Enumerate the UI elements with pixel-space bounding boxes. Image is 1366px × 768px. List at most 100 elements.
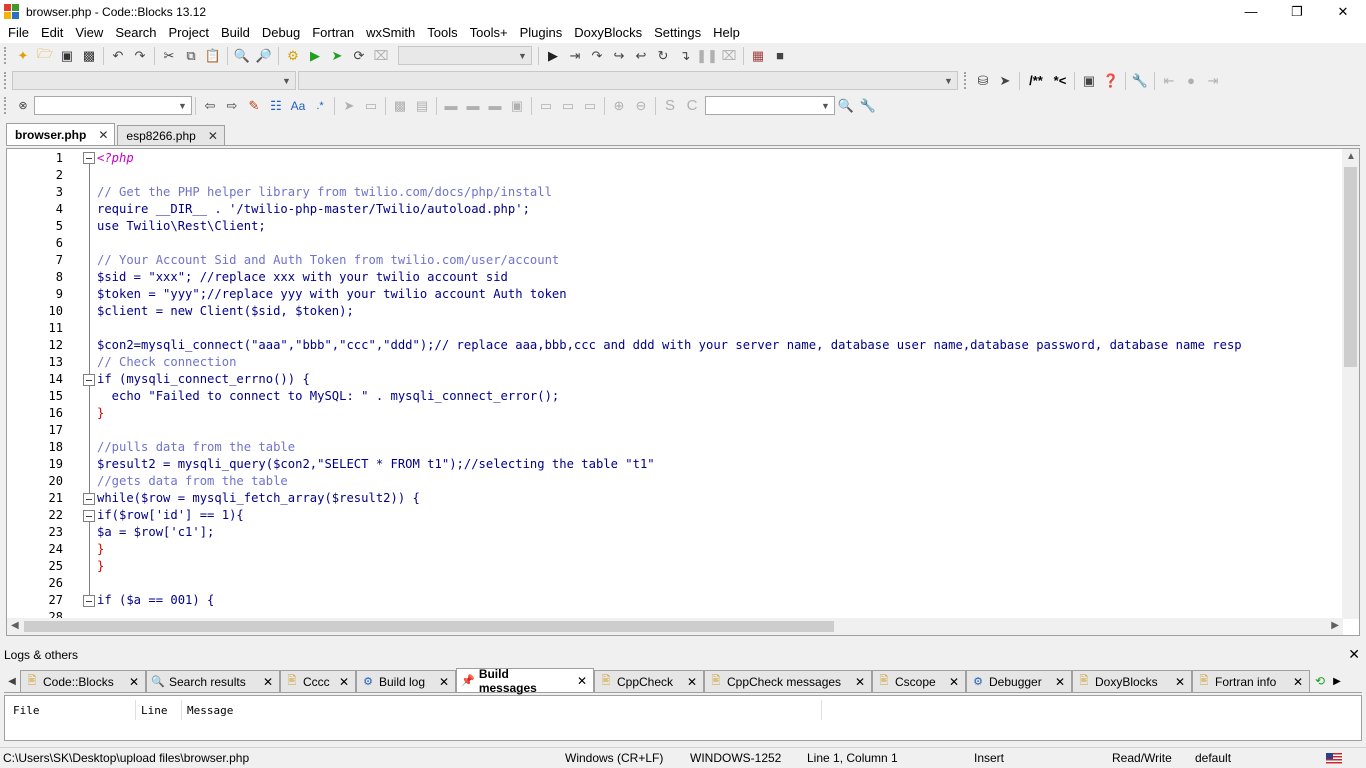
- scrollbar-thumb[interactable]: [24, 621, 834, 632]
- scroll-up-icon[interactable]: ▲: [1346, 151, 1356, 162]
- doxy-config-wrench-icon[interactable]: 🔧: [1129, 70, 1151, 92]
- connector-icon[interactable]: ▭: [535, 95, 557, 117]
- tab-esp8266-php[interactable]: esp8266.php ✕: [117, 125, 225, 145]
- find-next-icon[interactable]: ⇨: [221, 95, 243, 117]
- build-gear-icon[interactable]: ⚙: [282, 45, 304, 67]
- open-folder-icon[interactable]: 🗁: [34, 45, 56, 67]
- toolbar-grip[interactable]: [964, 72, 968, 89]
- menu-view[interactable]: View: [69, 23, 109, 43]
- doxy-block-comment-button[interactable]: /**: [1023, 70, 1049, 92]
- close-icon[interactable]: ✕: [331, 675, 349, 689]
- fold-marker-icon[interactable]: [83, 595, 95, 607]
- menu-doxyblocks[interactable]: DoxyBlocks: [568, 23, 648, 43]
- tab-cscope[interactable]: 🖹 Cscope ✕: [872, 670, 966, 692]
- step-into-icon[interactable]: ↪: [608, 45, 630, 67]
- connector-3-icon[interactable]: ▭: [579, 95, 601, 117]
- tab-browser-php[interactable]: browser.php ✕: [6, 123, 116, 145]
- build-messages-list[interactable]: File Line Message: [4, 695, 1362, 741]
- toolbar-grip[interactable]: [4, 72, 8, 89]
- run-to-cursor-icon[interactable]: ⇥: [564, 45, 586, 67]
- tab-build-log[interactable]: ⚙ Build log ✕: [356, 670, 456, 692]
- restore-button[interactable]: ❐: [1274, 0, 1320, 23]
- close-icon[interactable]: ✕: [569, 674, 587, 688]
- clear-search-icon[interactable]: ⊗: [12, 95, 34, 117]
- toolbar-grip[interactable]: [4, 97, 8, 114]
- close-icon[interactable]: ✕: [1348, 646, 1360, 663]
- fold-marker-icon[interactable]: [83, 493, 95, 505]
- column-header-file[interactable]: File: [13, 704, 40, 717]
- rect-shape-icon[interactable]: ▭: [360, 95, 382, 117]
- tab-debugger[interactable]: ⚙ Debugger ✕: [966, 670, 1072, 692]
- function-select[interactable]: ▼: [298, 71, 958, 90]
- fold-marker-icon[interactable]: [83, 374, 95, 386]
- run-icon[interactable]: ▶: [304, 45, 326, 67]
- save-icon[interactable]: ▣: [56, 45, 78, 67]
- scrollbar-thumb[interactable]: [1344, 167, 1357, 367]
- tab-cppcheck-messages[interactable]: 🖹 CppCheck messages ✕: [704, 670, 872, 692]
- save-all-icon[interactable]: ▩: [78, 45, 100, 67]
- debug-windows-icon[interactable]: ▦: [747, 45, 769, 67]
- tab-search-results[interactable]: 🔍 Search results ✕: [146, 670, 280, 692]
- symbol-settings-icon[interactable]: 🔧: [857, 95, 879, 117]
- selected-text-only-icon[interactable]: ☷: [265, 95, 287, 117]
- close-icon[interactable]: ✕: [1047, 675, 1065, 689]
- jump-forward-icon[interactable]: ⇥: [1202, 70, 1224, 92]
- replace-icon[interactable]: 🔎: [253, 45, 275, 67]
- new-file-icon[interactable]: ✦: [12, 45, 34, 67]
- redo-icon[interactable]: ↷: [129, 45, 151, 67]
- close-icon[interactable]: ✕: [847, 675, 865, 689]
- scope-select[interactable]: ▼: [12, 71, 296, 90]
- editor-horizontal-scrollbar[interactable]: ◀ ▶: [7, 618, 1343, 635]
- extract-docs-icon[interactable]: ➤: [994, 70, 1016, 92]
- block-shape-icon[interactable]: ▬: [440, 95, 462, 117]
- menu-tools[interactable]: Tools: [421, 23, 463, 43]
- symbol-find-icon[interactable]: 🔍: [835, 95, 857, 117]
- menu-help[interactable]: Help: [707, 23, 746, 43]
- code-icon[interactable]: C: [681, 95, 703, 117]
- close-icon[interactable]: ✕: [941, 675, 959, 689]
- connector-2-icon[interactable]: ▭: [557, 95, 579, 117]
- menu-project[interactable]: Project: [163, 23, 215, 43]
- search-input[interactable]: ▼: [34, 96, 192, 115]
- image-shape-icon[interactable]: ▩: [389, 95, 411, 117]
- scroll-left-icon[interactable]: ◀: [11, 620, 19, 631]
- close-icon[interactable]: ✕: [98, 128, 108, 142]
- next-instruction-icon[interactable]: ↻: [652, 45, 674, 67]
- close-icon[interactable]: ✕: [1167, 675, 1185, 689]
- toolbar-grip[interactable]: [4, 47, 8, 64]
- more-tabs-icon[interactable]: ⟲: [1310, 670, 1330, 692]
- cut-icon[interactable]: ✂: [158, 45, 180, 67]
- minimize-button[interactable]: —: [1228, 0, 1274, 23]
- menu-plugins[interactable]: Plugins: [514, 23, 569, 43]
- select-pointer-icon[interactable]: ➤: [338, 95, 360, 117]
- find-icon[interactable]: 🔍: [231, 45, 253, 67]
- tab-build-messages[interactable]: 📌 Build messages ✕: [456, 667, 594, 695]
- editor-vertical-scrollbar[interactable]: ▲: [1342, 149, 1359, 619]
- symbol-search-select[interactable]: ▼: [705, 96, 835, 115]
- block-shape-2-icon[interactable]: ▬: [462, 95, 484, 117]
- menu-settings[interactable]: Settings: [648, 23, 707, 43]
- menu-edit[interactable]: Edit: [35, 23, 69, 43]
- strip-icon[interactable]: S: [659, 95, 681, 117]
- menu-file[interactable]: File: [2, 23, 35, 43]
- next-line-icon[interactable]: ↷: [586, 45, 608, 67]
- zoom-in-icon[interactable]: ⊕: [608, 95, 630, 117]
- find-previous-icon[interactable]: ⇦: [199, 95, 221, 117]
- run-html-icon[interactable]: ▣: [1078, 70, 1100, 92]
- highlight-icon[interactable]: ✎: [243, 95, 265, 117]
- block-shape-4-icon[interactable]: ▣: [506, 95, 528, 117]
- close-window-button[interactable]: ✕: [1320, 0, 1366, 23]
- column-header-line[interactable]: Line: [141, 704, 168, 717]
- close-icon[interactable]: ✕: [121, 675, 139, 689]
- match-case-icon[interactable]: Aa: [287, 95, 309, 117]
- column-divider[interactable]: [821, 700, 822, 720]
- menu-build[interactable]: Build: [215, 23, 256, 43]
- tab-codeblocks-log[interactable]: 🖹 Code::Blocks ✕: [20, 670, 146, 692]
- close-icon[interactable]: ✕: [431, 675, 449, 689]
- debug-start-icon[interactable]: ▶: [542, 45, 564, 67]
- run-chm-icon[interactable]: ❓: [1100, 70, 1122, 92]
- doxy-line-comment-button[interactable]: *<: [1049, 70, 1071, 92]
- text-shape-icon[interactable]: ▤: [411, 95, 433, 117]
- code-text-area[interactable]: <?php // Get the PHP helper library from…: [97, 149, 1343, 619]
- tab-cccc[interactable]: 🖹 Cccc ✕: [280, 670, 356, 692]
